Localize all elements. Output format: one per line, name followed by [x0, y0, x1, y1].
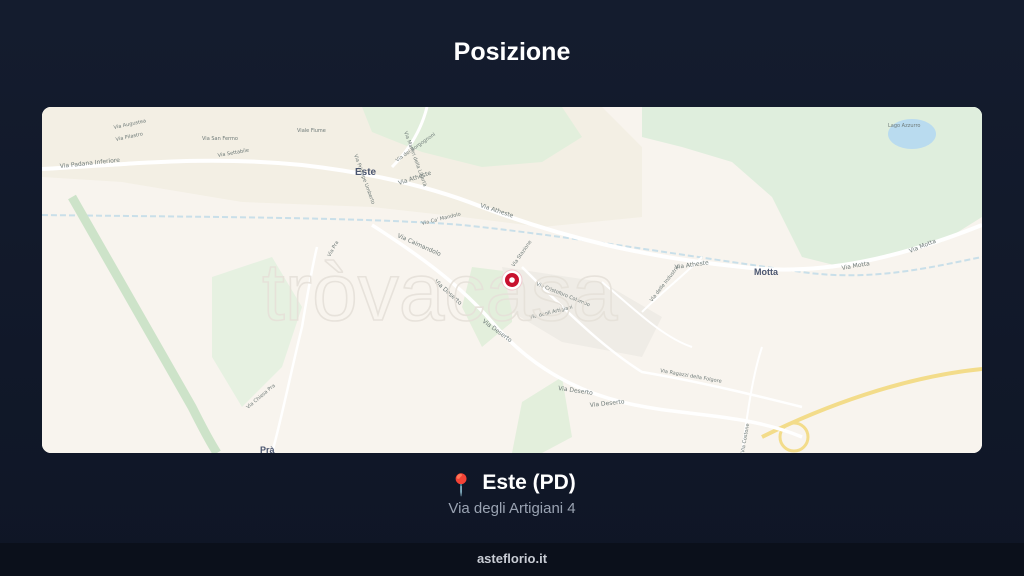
- street-label: Viale Fiume: [297, 128, 326, 134]
- street-label: Via San Fermo: [202, 136, 238, 142]
- footer-bar: asteflorio.it: [0, 543, 1024, 576]
- map-canvas[interactable]: Este Motta Prà Lago Azzurro Via Padana I…: [42, 107, 982, 453]
- page-title: Posizione: [453, 38, 571, 66]
- footer-site-link[interactable]: asteflorio.it: [477, 551, 547, 566]
- location-marker-icon[interactable]: [501, 269, 523, 291]
- town-label: Motta: [754, 267, 779, 277]
- town-label: Prà: [260, 445, 276, 453]
- map-pin-icon: 📍: [448, 474, 475, 497]
- lake-label: Lago Azzurro: [888, 123, 920, 129]
- address-label: Via degli Artigiani 4: [448, 500, 576, 517]
- location-map[interactable]: Este Motta Prà Lago Azzurro Via Padana I…: [42, 107, 982, 453]
- location-title: 📍 Este (PD): [0, 471, 1024, 498]
- city-label: Este (PD): [482, 471, 576, 494]
- watermark-logo: tròvacasa: [262, 247, 618, 338]
